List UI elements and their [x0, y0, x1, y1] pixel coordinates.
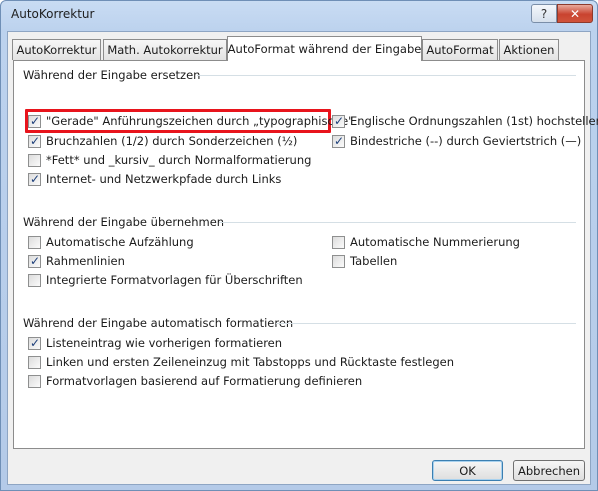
checkbox-tables[interactable]: Tabellen — [332, 254, 397, 268]
checkbox-label: Rahmenlinien — [46, 254, 125, 268]
checkbox-box[interactable]: ✓ — [28, 133, 41, 148]
checkbox-box[interactable] — [332, 235, 345, 249]
checkbox-box[interactable]: ✓ — [28, 335, 41, 350]
checkbox-box[interactable] — [28, 273, 41, 287]
checkbox-label: Automatische Aufzählung — [46, 235, 194, 249]
checkbox-box[interactable] — [332, 254, 345, 268]
tab-label: AutoFormat — [426, 43, 494, 57]
check-icon: ✓ — [29, 171, 41, 186]
checkbox-box[interactable]: ✓ — [332, 113, 345, 128]
checkbox-box[interactable] — [28, 355, 41, 369]
tab-label: Math. Autokorrektur — [107, 43, 223, 57]
tab-strip: AutoKorrektur Math. Autokorrektur AutoFo… — [8, 32, 590, 61]
check-icon: ✓ — [29, 253, 41, 268]
checkbox-auto-bullets[interactable]: Automatische Aufzählung — [28, 235, 194, 249]
check-icon: ✓ — [29, 335, 41, 350]
checkbox-ordinals[interactable]: ✓ Englische Ordnungszahlen (1st) hochste… — [332, 114, 598, 128]
checkbox-label: Tabellen — [350, 254, 398, 268]
tab-autokorrektur[interactable]: AutoKorrektur — [12, 39, 101, 60]
checkbox-hyphens[interactable]: ✓ Bindestriche (--) durch Geviertstrich … — [332, 134, 581, 148]
check-icon: ✓ — [333, 113, 345, 128]
help-button[interactable]: ? — [531, 4, 557, 23]
window-title: AutoKorrektur — [11, 7, 95, 21]
checkbox-box[interactable]: ✓ — [332, 133, 345, 148]
checkbox-label: Automatische Nummerierung — [350, 235, 520, 249]
dialog-client-area: AutoKorrektur Math. Autokorrektur AutoFo… — [7, 31, 598, 485]
checkbox-label: Integrierte Formatvorlagen für Überschri… — [46, 273, 303, 287]
checkbox-indent-tabs[interactable]: Linken und ersten Zeileneinzug mit Tabst… — [28, 355, 454, 369]
checkbox-box[interactable] — [28, 374, 41, 388]
title-bar: AutoKorrektur ? ✕ — [1, 1, 597, 31]
checkbox-box[interactable]: ✓ — [28, 171, 41, 186]
tab-aktionen[interactable]: Aktionen — [499, 39, 559, 60]
tab-autoformat[interactable]: AutoFormat — [422, 39, 498, 60]
group-title-apply: Während der Eingabe übernehmen — [23, 215, 225, 229]
checkbox-label: "Gerade" Anführungszeichen durch „typogr… — [46, 114, 354, 128]
group-title-autoformat: Während der Eingabe automatisch formatie… — [23, 316, 294, 330]
tab-label: Aktionen — [503, 43, 555, 57]
tab-autoformat-waehrend-eingabe[interactable]: AutoFormat während der Eingabe — [227, 36, 422, 61]
checkbox-label: *Fett* und _kursiv_ durch Normalformatie… — [46, 153, 312, 167]
checkbox-label: Linken und ersten Zeileneinzug mit Tabst… — [46, 355, 454, 369]
tab-panel: Während der Eingabe ersetzen ✓ "Gerade" … — [13, 60, 598, 449]
checkbox-list-format[interactable]: ✓ Listeneintrag wie vorherigen formatier… — [28, 336, 282, 350]
group-title-replace: Während der Eingabe ersetzen — [23, 68, 201, 82]
checkbox-label: Listeneintrag wie vorherigen formatieren — [46, 336, 283, 350]
help-icon: ? — [540, 6, 548, 21]
checkbox-label: Bruchzahlen (1/2) durch Sonderzeichen (½… — [46, 134, 298, 148]
check-icon: ✓ — [29, 133, 41, 148]
checkbox-box[interactable]: ✓ — [28, 113, 41, 128]
checkbox-typographic-quotes[interactable]: ✓ "Gerade" Anführungszeichen durch „typo… — [28, 114, 353, 128]
ok-button[interactable]: OK — [432, 460, 503, 481]
group-divider — [197, 75, 576, 76]
checkbox-borders[interactable]: ✓ Rahmenlinien — [28, 254, 125, 268]
checkbox-label: Internet- und Netzwerkpfade durch Links — [46, 172, 282, 186]
close-button[interactable]: ✕ — [557, 4, 593, 23]
check-icon: ✓ — [29, 113, 41, 128]
cancel-button[interactable]: Abbrechen — [513, 460, 585, 481]
checkbox-fractions[interactable]: ✓ Bruchzahlen (1/2) durch Sonderzeichen … — [28, 134, 297, 148]
group-divider — [276, 323, 576, 324]
tab-label: AutoFormat während der Eingabe — [227, 42, 422, 56]
check-icon: ✓ — [333, 133, 345, 148]
checkbox-box[interactable] — [28, 153, 41, 167]
checkbox-label: Englische Ordnungszahlen (1st) hochstell… — [350, 114, 598, 128]
group-divider — [219, 222, 576, 223]
checkbox-internet-paths[interactable]: ✓ Internet- und Netzwerkpfade durch Link… — [28, 172, 281, 186]
checkbox-auto-numbering[interactable]: Automatische Nummerierung — [332, 235, 520, 249]
autokorrektur-dialog: AutoKorrektur ? ✕ AutoKorrektur Math. Au… — [0, 0, 598, 491]
close-icon: ✕ — [569, 6, 581, 21]
checkbox-bold-italic[interactable]: *Fett* und _kursiv_ durch Normalformatie… — [28, 153, 311, 167]
checkbox-label: Bindestriche (--) durch Geviertstrich (—… — [350, 134, 582, 148]
tab-math-autokorrektur[interactable]: Math. Autokorrektur — [103, 39, 227, 60]
checkbox-label: Formatvorlagen basierend auf Formatierun… — [46, 374, 363, 388]
checkbox-box[interactable]: ✓ — [28, 253, 41, 268]
checkbox-heading-styles[interactable]: Integrierte Formatvorlagen für Überschri… — [28, 273, 303, 287]
tab-label: AutoKorrektur — [16, 43, 97, 57]
checkbox-define-styles[interactable]: Formatvorlagen basierend auf Formatierun… — [28, 374, 362, 388]
checkbox-box[interactable] — [28, 235, 41, 249]
